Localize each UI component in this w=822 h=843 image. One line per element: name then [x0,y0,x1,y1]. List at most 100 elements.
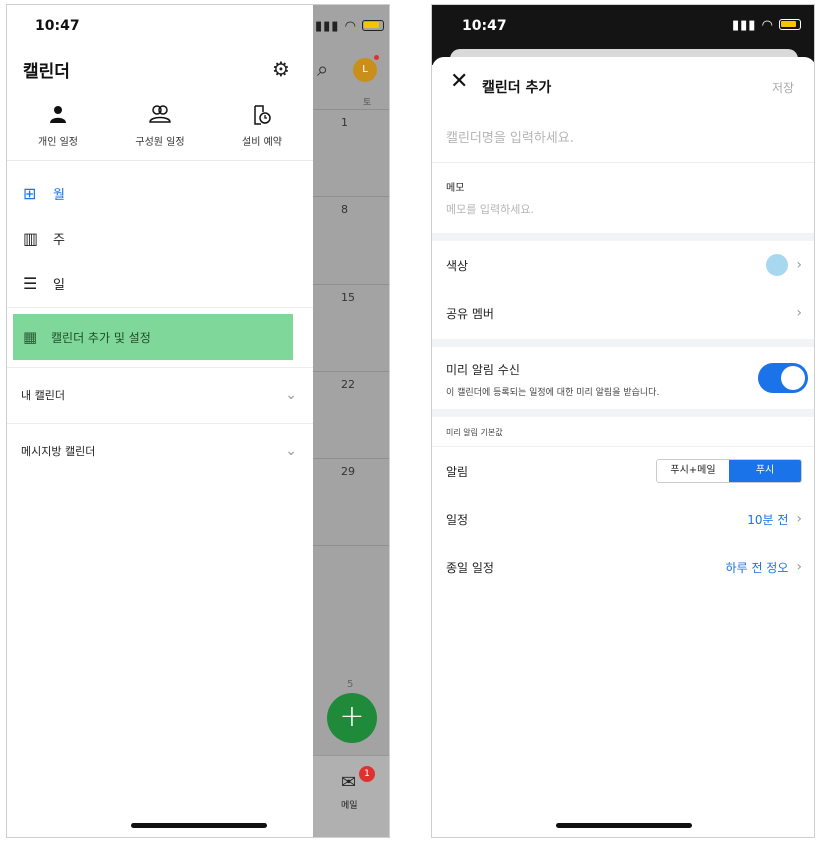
sheet-title: 캘린더 추가 [482,80,552,96]
chevron-right-icon: › [796,305,802,321]
background-calendar: ▮▮▮ ◠ ⌕ L 토 1 8 15 22 29 5 + ✉ 1 메일 [313,5,389,837]
view-day[interactable]: ☰ 일 [7,261,313,306]
date-cell[interactable]: 15 [341,291,355,304]
section-label: 내 캘린더 [21,389,65,402]
wifi-icon: ◠ [344,19,357,34]
allday-value: 하루 전 정오 [725,560,789,575]
signal-icon: ▮▮▮ [732,18,757,33]
add-event-button[interactable]: + [327,693,377,743]
week-row[interactable]: 22 [313,371,389,391]
view-label: 일 [53,278,65,293]
sheet-header: ✕ 캘린더 추가 저장 [432,57,814,113]
status-time: 10:47 [35,18,80,34]
calendar-name-input[interactable] [446,131,786,146]
color-label: 색상 [446,258,469,273]
shortcut-members[interactable]: 구성원 일정 [109,105,211,160]
allday-row[interactable]: 종일 일정 하루 전 정오 › [432,543,814,591]
notification-dot [374,55,379,60]
mail-badge: 1 [359,766,375,782]
chevron-right-icon: › [796,257,802,273]
close-icon[interactable]: ✕ [450,71,468,93]
calendar-settings-icon: ▦ [23,328,38,346]
schedule-label: 일정 [446,512,469,527]
home-indicator [131,823,267,828]
add-settings-label: 캘린더 추가 및 설정 [51,330,151,345]
gear-icon[interactable]: ⚙ [272,57,290,81]
equipment-icon [211,105,313,129]
week-row[interactable]: 29 [313,458,389,478]
chevron-right-icon: › [796,511,802,527]
option-push-mail[interactable]: 푸시+메일 [657,460,729,482]
reminder-description: 이 캘린더에 등록되는 일정에 대한 미리 알림을 받습니다. [446,388,660,398]
memo-field: 메모 [432,165,814,233]
week-row[interactable]: 1 [313,109,389,129]
search-icon[interactable]: ⌕ [317,57,328,81]
add-calendar-settings-button[interactable]: ▦ 캘린더 추가 및 설정 [13,314,293,360]
view-list: ⊞ 월 ▥ 주 ☰ 일 [7,171,313,306]
wifi-icon: ◠ [761,18,774,33]
battery-icon [362,20,385,31]
shortcut-equipment[interactable]: 설비 예약 [211,105,313,160]
bottom-tab-bar: ✉ 1 메일 [313,755,389,837]
schedule-row[interactable]: 일정 10분 전 › [432,495,814,543]
right-phone-screen: 10:47 ▮▮▮ ◠ ✕ 캘린더 추가 저장 메모 색상 › [431,4,815,838]
memo-input[interactable] [446,203,786,216]
alarm-segmented-control: 푸시+메일 푸시 [656,459,802,483]
alarm-label: 알림 [446,464,469,479]
section-my-calendars[interactable]: 내 캘린더 ⌄ [7,367,313,423]
color-row[interactable]: 색상 › [432,241,814,289]
week-row[interactable]: 15 [313,284,389,304]
week-row[interactable]: 8 [313,196,389,216]
section-chatroom-calendars[interactable]: 메시지방 캘린더 ⌄ [7,423,313,479]
mail-tab-label[interactable]: 메일 [341,798,358,811]
next-month-date: 5 [347,679,354,690]
group-icon [109,105,211,129]
view-week[interactable]: ▥ 주 [7,216,313,261]
shortcut-personal[interactable]: 개인 일정 [7,105,109,160]
allday-label: 종일 일정 [446,560,494,575]
day-view-icon: ☰ [23,274,38,293]
share-members-row[interactable]: 공유 멤버 › [432,289,814,337]
month-view-icon: ⊞ [23,184,37,203]
mail-icon[interactable]: ✉ [341,772,356,793]
chevron-down-icon: ⌄ [285,443,297,459]
shortcut-label: 개인 일정 [38,137,78,148]
day-of-week-label: 토 [363,98,372,108]
save-button[interactable]: 저장 [772,79,794,96]
shortcut-label: 구성원 일정 [135,137,185,148]
status-icons: ▮▮▮ ◠ [732,18,802,33]
avatar[interactable]: L [353,58,377,82]
date-cell[interactable]: 22 [341,378,355,391]
add-calendar-sheet: ✕ 캘린더 추가 저장 메모 색상 › 공유 멤버 › 미리 [432,57,814,837]
signal-icon: ▮▮▮ [315,19,340,34]
date-cell[interactable]: 29 [341,465,355,478]
section-gap [432,409,814,417]
battery-icon [779,19,802,30]
option-push[interactable]: 푸시 [729,460,801,482]
reminder-receive-row: 미리 알림 수신 이 캘린더에 등록되는 일정에 대한 미리 알림을 받습니다. [432,347,814,409]
week-view-icon: ▥ [23,229,39,248]
view-label: 주 [53,233,65,248]
status-time: 10:47 [462,18,507,34]
date-cell[interactable]: 1 [341,116,348,129]
drawer-title: 캘린더 [23,62,70,82]
status-icons: ▮▮▮ ◠ [315,19,385,34]
chevron-right-icon: › [796,559,802,575]
schedule-value: 10분 전 [747,512,789,527]
color-swatch [766,254,789,276]
view-month[interactable]: ⊞ 월 [7,171,313,216]
view-label: 월 [53,188,65,203]
section-gap [432,339,814,347]
toggle-knob [781,366,805,390]
shortcut-label: 설비 예약 [242,137,282,148]
section-label: 메시지방 캘린더 [21,445,96,458]
home-indicator [556,823,692,828]
calendar-name-field [432,115,814,163]
reminder-toggle[interactable] [758,363,808,393]
date-cell[interactable]: 8 [341,203,348,216]
person-icon [7,105,109,129]
reminder-defaults-header: 미리 알림 기본값 [432,419,814,447]
calendar-shortcuts: 개인 일정 구성원 일정 설비 예약 [7,105,313,161]
alarm-row: 알림 푸시+메일 푸시 [432,447,814,495]
chevron-down-icon: ⌄ [285,387,297,403]
